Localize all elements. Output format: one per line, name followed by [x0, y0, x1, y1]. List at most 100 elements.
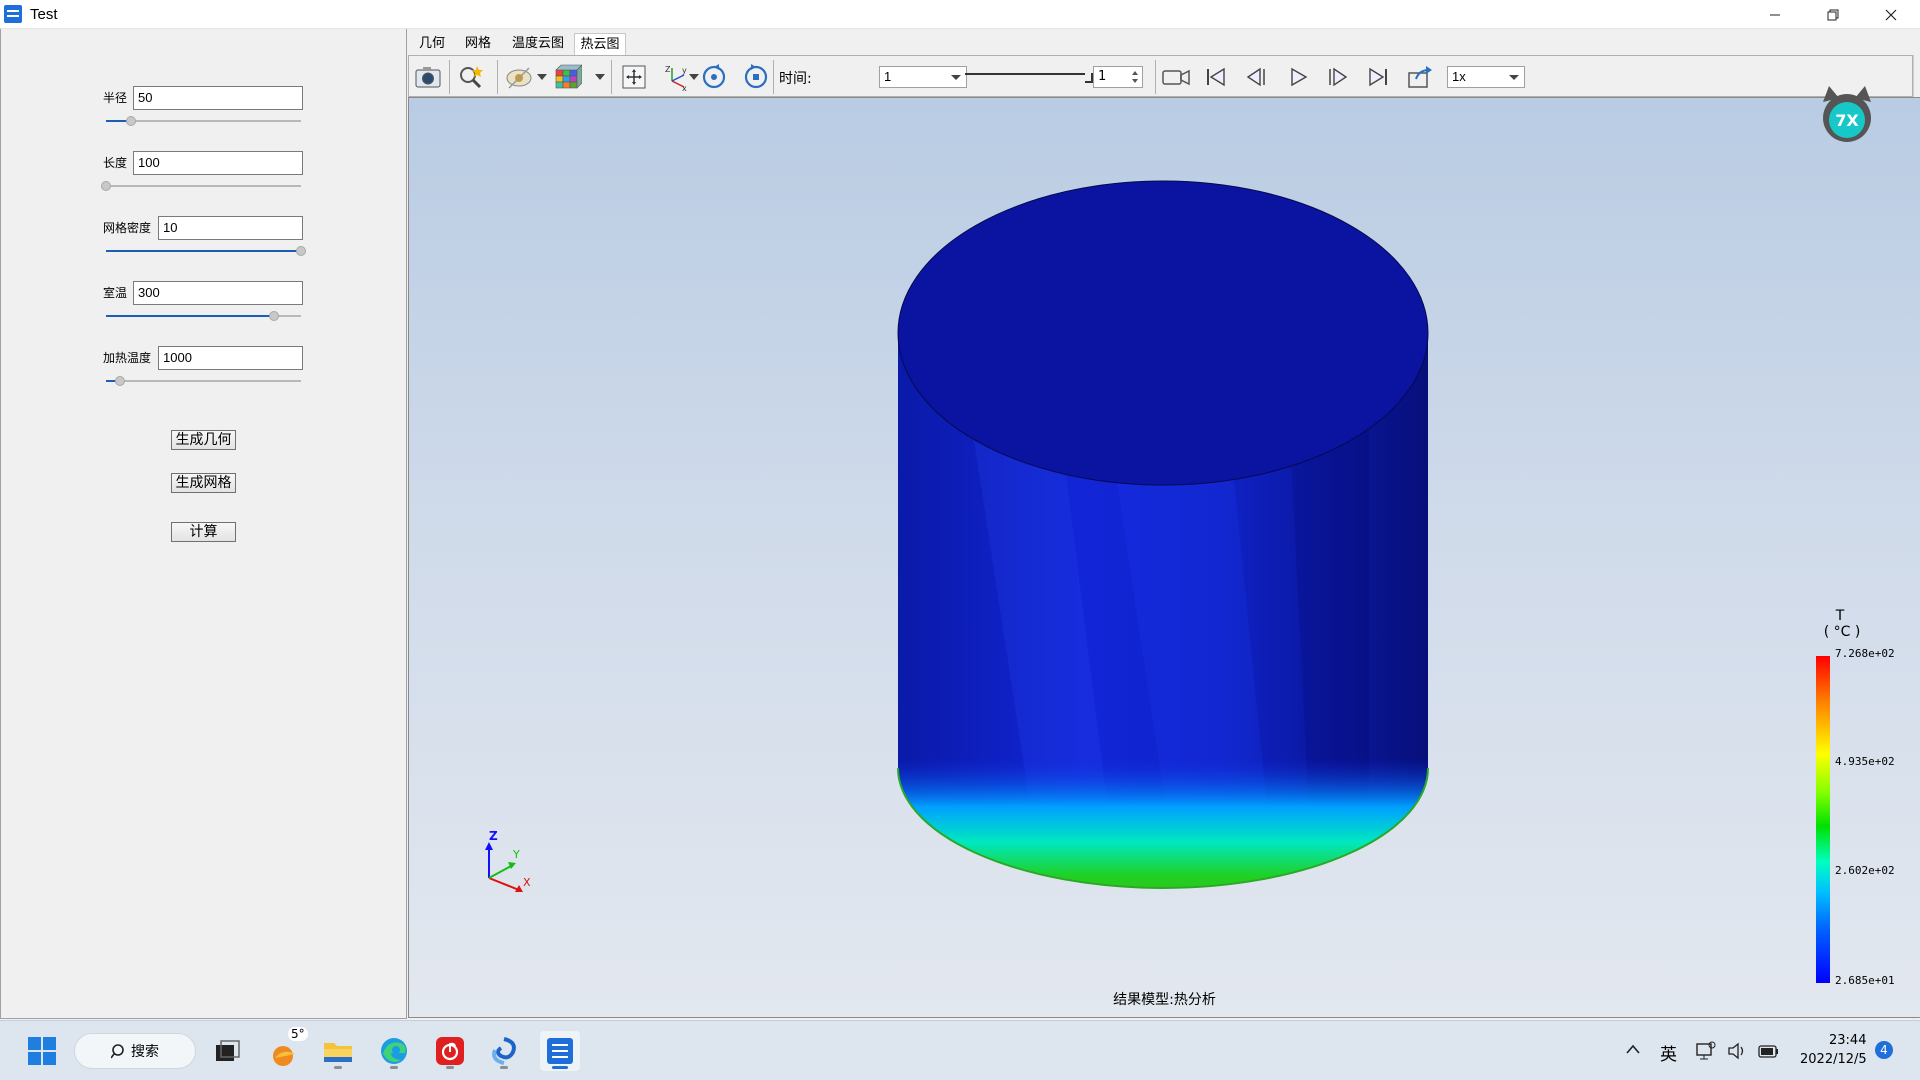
heat-result-render[interactable]: Z Y X: [409, 98, 1920, 1019]
previous-frame-button[interactable]: [1241, 62, 1271, 92]
title-bar: Test: [0, 0, 1920, 29]
speed-select[interactable]: 1x: [1447, 66, 1525, 88]
minimize-button[interactable]: [1746, 0, 1804, 29]
close-icon: [1885, 9, 1897, 20]
view-tabs: 几何 网格 温度云图 热云图: [408, 29, 1920, 55]
notification-badge[interactable]: 4: [1875, 1041, 1893, 1059]
first-frame-button[interactable]: [1201, 62, 1231, 92]
task-view-button[interactable]: [208, 1031, 248, 1071]
fit-view-icon: [622, 65, 646, 89]
app-icon: [4, 5, 22, 23]
test-app-button[interactable]: [540, 1031, 580, 1071]
close-button[interactable]: [1862, 0, 1920, 29]
svg-text:7X: 7X: [1835, 111, 1859, 130]
export-button[interactable]: [1405, 62, 1435, 92]
length-input[interactable]: 100: [133, 151, 303, 175]
tab-temperature-contour[interactable]: 温度云图: [510, 33, 566, 55]
generate-geometry-button[interactable]: 生成几何: [171, 430, 236, 450]
last-frame-button[interactable]: [1363, 62, 1393, 92]
slider-thumb[interactable]: [114, 376, 125, 386]
step-spinbox[interactable]: 1: [1093, 66, 1143, 88]
window-title: Test: [30, 5, 58, 23]
mesh-density-slider[interactable]: [106, 246, 306, 256]
rotate-ccw-button[interactable]: [741, 62, 771, 92]
tab-geometry[interactable]: 几何: [416, 33, 448, 55]
heating-temp-input[interactable]: 1000: [158, 346, 303, 370]
color-cube-icon: [555, 64, 582, 89]
time-slider[interactable]: [965, 73, 1093, 83]
axis-view-button[interactable]: Zy x: [661, 62, 691, 92]
time-slider-handle[interactable]: [1085, 73, 1093, 83]
ime-indicator[interactable]: 英: [1660, 1040, 1677, 1065]
legend-label-min: 2.685e+01: [1835, 974, 1895, 987]
colormap-dropdown-icon[interactable]: [595, 74, 605, 80]
spin-down-icon[interactable]: [1132, 79, 1138, 83]
cat-logo-icon: 7X: [1823, 86, 1871, 142]
music-app-icon: [436, 1037, 464, 1065]
zoom-button[interactable]: [457, 62, 487, 92]
fit-view-button[interactable]: [619, 62, 649, 92]
next-frame-button[interactable]: [1323, 62, 1353, 92]
step-value: 1: [1098, 69, 1107, 84]
netease-music-button[interactable]: [430, 1031, 470, 1071]
result-model-status: 结果模型:热分析: [1113, 992, 1216, 1008]
tab-mesh[interactable]: 网格: [462, 33, 494, 55]
colormap-button[interactable]: [553, 62, 583, 92]
volume-icon[interactable]: [1728, 1042, 1748, 1060]
swirl-app-button[interactable]: [484, 1031, 524, 1071]
mascot-logo: 7X: [1815, 84, 1879, 150]
edge-browser-button[interactable]: [374, 1031, 414, 1071]
3d-viewport[interactable]: Z Y X 7X 结果模型:热分析: [408, 86, 1920, 1019]
task-view-icon: [216, 1040, 240, 1061]
restore-button[interactable]: [1804, 0, 1862, 29]
network-icon[interactable]: [1696, 1041, 1716, 1061]
mesh-density-input[interactable]: 10: [158, 216, 303, 240]
search-box[interactable]: 搜索: [74, 1033, 196, 1069]
display-mode-button[interactable]: [505, 62, 535, 92]
param-label-mesh-density: 网格密度: [103, 221, 152, 235]
heating-temp-slider[interactable]: [106, 376, 301, 386]
tab-heat-contour[interactable]: 热云图: [574, 33, 626, 55]
slider-thumb[interactable]: [296, 246, 306, 256]
svg-text:x: x: [682, 84, 687, 91]
edge-icon: [381, 1038, 407, 1064]
param-label-heating-temp: 加热温度: [103, 351, 152, 365]
slider-thumb[interactable]: [268, 311, 279, 321]
radius-input[interactable]: 50: [133, 86, 303, 110]
clock-time[interactable]: 23:44: [1829, 1033, 1866, 1048]
display-mode-dropdown-icon[interactable]: [537, 74, 547, 80]
time-select[interactable]: 1: [879, 66, 967, 88]
spin-up-icon[interactable]: [1132, 71, 1138, 75]
axis-view-dropdown-icon[interactable]: [689, 74, 699, 80]
chevron-up-icon[interactable]: [1625, 1043, 1641, 1055]
rotate-cw-button[interactable]: [699, 62, 729, 92]
length-slider[interactable]: [101, 181, 301, 191]
battery-icon[interactable]: [1758, 1042, 1780, 1060]
file-explorer-button[interactable]: [318, 1031, 358, 1071]
speed-select-value: 1x: [1452, 69, 1466, 84]
minimize-icon: [1770, 14, 1780, 15]
start-button[interactable]: [22, 1031, 62, 1071]
radius-slider[interactable]: [106, 116, 301, 126]
cylinder-top-face: [897, 180, 1429, 486]
magnifier-icon: [460, 66, 483, 89]
slider-thumb[interactable]: [126, 116, 137, 126]
slider-thumb[interactable]: [101, 181, 111, 191]
windows-logo-icon: [28, 1037, 56, 1065]
axis-triad-icon: Zy x: [665, 65, 687, 91]
clock-date[interactable]: 2022/12/5: [1800, 1052, 1867, 1067]
chevron-down-icon: [1509, 75, 1519, 80]
play-button[interactable]: [1283, 62, 1313, 92]
param-label-length: 长度: [103, 156, 128, 170]
screenshot-button[interactable]: [413, 62, 443, 92]
weather-widget[interactable]: 5°: [264, 1027, 308, 1071]
skip-last-icon: [1369, 67, 1387, 87]
compute-button[interactable]: 计算: [171, 522, 236, 542]
search-label: 搜索: [131, 1044, 159, 1060]
generate-mesh-button[interactable]: 生成网格: [171, 473, 236, 493]
color-legend-bar: [1816, 656, 1830, 983]
legend-unit: ( °C ): [1823, 624, 1861, 640]
room-temp-input[interactable]: 300: [133, 281, 303, 305]
room-temp-slider[interactable]: [106, 311, 301, 321]
record-video-button[interactable]: [1161, 62, 1191, 92]
